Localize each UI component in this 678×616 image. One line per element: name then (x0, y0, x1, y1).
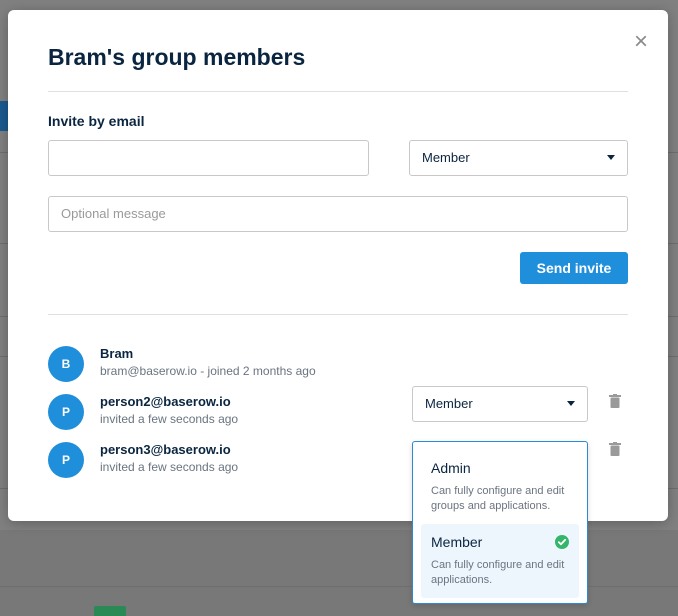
role-dropdown: Admin Can fully configure and edit group… (412, 441, 588, 604)
role-option-label: Member (431, 534, 483, 550)
check-circle-icon (555, 535, 569, 549)
member-role-select[interactable]: Member (412, 386, 588, 422)
modal-title: Bram's group members (48, 44, 306, 70)
role-option-admin[interactable]: Admin Can fully configure and edit group… (421, 450, 579, 524)
member-subtitle: bram@baserow.io - joined 2 months ago (100, 364, 316, 378)
trash-icon[interactable] (609, 442, 623, 458)
role-option-label: Admin (431, 460, 471, 476)
close-icon[interactable]: × (631, 30, 651, 54)
optional-message-input[interactable]: Optional message (48, 196, 628, 232)
avatar: P (48, 442, 84, 478)
member-name: person2@baserow.io (100, 394, 231, 409)
member-name: Bram (100, 346, 134, 361)
role-option-description: Can fully configure and edit groups and … (431, 485, 565, 512)
title-divider (48, 91, 628, 92)
email-input[interactable] (48, 140, 369, 176)
avatar: B (48, 346, 84, 382)
send-invite-button[interactable]: Send invite (520, 252, 628, 284)
member-name: person3@baserow.io (100, 442, 231, 457)
role-option-description: Can fully configure and edit application… (431, 559, 565, 586)
invite-role-select[interactable]: Member (409, 140, 628, 176)
member-row: P person2@baserow.io invited a few secon… (48, 386, 628, 434)
trash-icon[interactable] (609, 394, 623, 410)
invite-section-label: Invite by email (48, 113, 145, 129)
role-option-member[interactable]: Member Can fully configure and edit appl… (421, 524, 579, 598)
chevron-down-icon (567, 401, 575, 406)
chevron-down-icon (607, 155, 615, 160)
invite-role-value: Member (422, 150, 470, 165)
background-green-badge (94, 606, 126, 616)
avatar: P (48, 394, 84, 430)
invite-divider (48, 314, 628, 315)
member-role-value: Member (425, 396, 473, 411)
member-subtitle: invited a few seconds ago (100, 412, 239, 426)
member-row: B Bram bram@baserow.io - joined 2 months… (48, 346, 628, 386)
member-subtitle: invited a few seconds ago (100, 460, 239, 474)
